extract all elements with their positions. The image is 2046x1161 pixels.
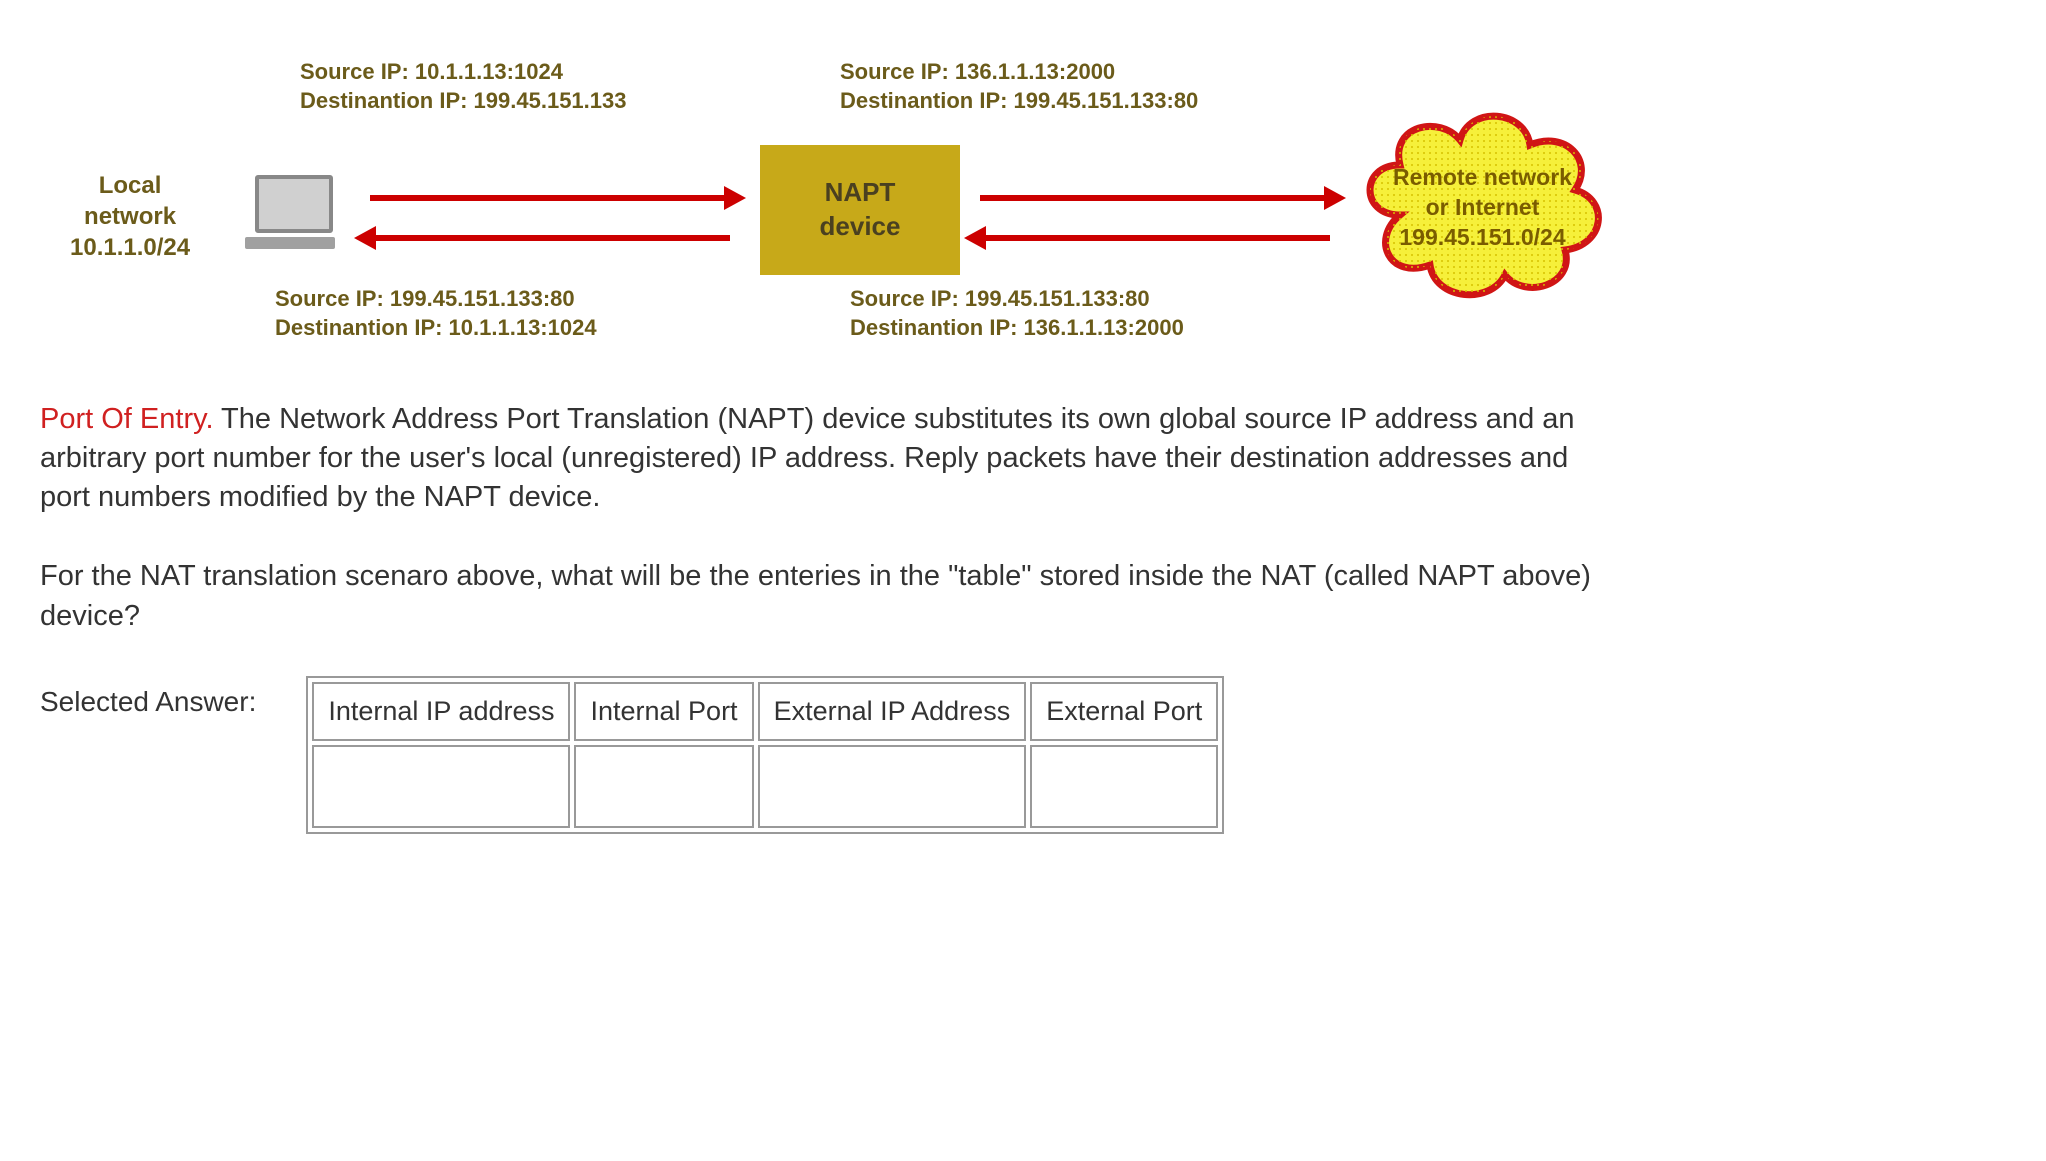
arrow-cloud-to-napt — [980, 235, 1330, 241]
cloud-line2: or Internet — [1375, 193, 1590, 223]
packet-bl-dst: Destinantion IP: 10.1.1.13:1024 — [275, 314, 597, 343]
selected-answer-label: Selected Answer: — [40, 686, 256, 718]
table-header-2: External IP Address — [758, 682, 1027, 741]
packet-top-left: Source IP: 10.1.1.13:1024 Destinantion I… — [300, 58, 627, 115]
packet-tl-dst: Destinantion IP: 199.45.151.133 — [300, 87, 627, 116]
packet-bottom-right: Source IP: 199.45.151.133:80 Destinantio… — [850, 285, 1184, 342]
table-header-1: Internal Port — [574, 682, 753, 741]
local-network-label: Local network 10.1.1.0/24 — [70, 170, 190, 264]
packet-bottom-left: Source IP: 199.45.151.133:80 Destinantio… — [275, 285, 597, 342]
table-header-row: Internal IP address Internal Port Extern… — [312, 682, 1218, 741]
packet-bl-src: Source IP: 199.45.151.133:80 — [275, 285, 597, 314]
question-text: For the NAT translation scenaro above, w… — [40, 557, 1600, 635]
local-line2: network — [70, 201, 190, 232]
packet-top-right: Source IP: 136.1.1.13:2000 Destinantion … — [840, 58, 1198, 115]
cloud-icon: Remote network or Internet 199.45.151.0/… — [1350, 85, 1610, 315]
table-header-0: Internal IP address — [312, 682, 570, 741]
arrow-napt-to-cloud — [980, 195, 1330, 201]
cloud-line3: 199.45.151.0/24 — [1375, 223, 1590, 253]
table-cell-3 — [1030, 745, 1218, 828]
port-of-entry-text: The Network Address Port Translation (NA… — [40, 403, 1575, 513]
packet-tr-src: Source IP: 136.1.1.13:2000 — [840, 58, 1198, 87]
table-header-3: External Port — [1030, 682, 1218, 741]
local-line3: 10.1.1.0/24 — [70, 232, 190, 263]
computer-icon — [255, 175, 335, 249]
packet-tr-dst: Destinantion IP: 199.45.151.133:80 — [840, 87, 1198, 116]
table-cell-2 — [758, 745, 1027, 828]
table-cell-0 — [312, 745, 570, 828]
arrow-pc-to-napt — [370, 195, 730, 201]
local-line1: Local — [70, 170, 190, 201]
packet-br-src: Source IP: 199.45.151.133:80 — [850, 285, 1184, 314]
cloud-line1: Remote network — [1375, 163, 1590, 193]
table-data-row — [312, 745, 1218, 828]
table-cell-1 — [574, 745, 753, 828]
napt-line1: NAPT — [820, 176, 901, 210]
packet-br-dst: Destinantion IP: 136.1.1.13:2000 — [850, 314, 1184, 343]
cloud-label: Remote network or Internet 199.45.151.0/… — [1375, 163, 1590, 253]
arrow-napt-to-pc — [370, 235, 730, 241]
napt-line2: device — [820, 210, 901, 244]
port-of-entry-paragraph: Port Of Entry. The Network Address Port … — [40, 400, 1600, 517]
answer-row: Selected Answer: Internal IP address Int… — [40, 676, 2006, 834]
napt-diagram: Local network 10.1.1.0/24 NAPT device Re… — [40, 40, 1640, 360]
nat-table: Internal IP address Internal Port Extern… — [306, 676, 1224, 834]
napt-device-box: NAPT device — [760, 145, 960, 275]
packet-tl-src: Source IP: 10.1.1.13:1024 — [300, 58, 627, 87]
port-of-entry-label: Port Of Entry. — [40, 403, 214, 435]
